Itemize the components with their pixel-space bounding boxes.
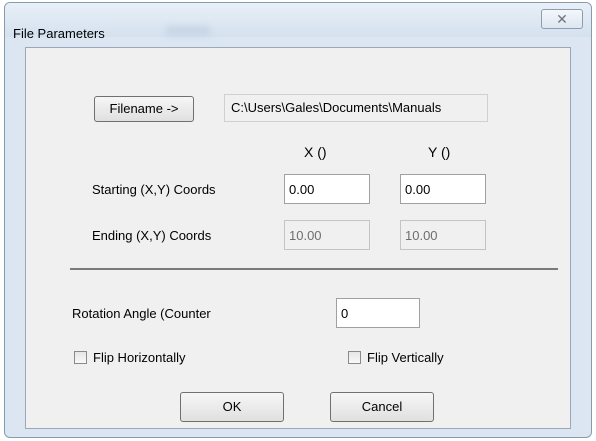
flip-horizontal-option[interactable]: Flip Horizontally: [74, 350, 185, 365]
close-button[interactable]: ✕: [541, 9, 583, 29]
close-icon: ✕: [556, 11, 568, 27]
flip-horizontal-label: Flip Horizontally: [93, 350, 186, 365]
ending-coords-label: Ending (X,Y) Coords: [92, 228, 212, 243]
title-bar-shadow: [165, 26, 211, 36]
ending-x-input: [284, 220, 370, 250]
flip-vertical-checkbox[interactable]: [348, 351, 361, 364]
rotation-angle-input[interactable]: [336, 298, 420, 328]
flip-vertical-label: Flip Vertically: [367, 350, 444, 365]
file-parameters-dialog: File Parameters ✕ Filename -> C:\Users\G…: [4, 2, 592, 438]
flip-horizontal-checkbox[interactable]: [74, 351, 87, 364]
x-column-header: X (): [304, 144, 327, 160]
ok-button[interactable]: OK: [180, 392, 284, 422]
file-path-display: C:\Users\Gales\Documents\Manuals: [224, 94, 488, 122]
starting-y-input[interactable]: [400, 174, 486, 204]
window-title: File Parameters: [13, 26, 105, 41]
filename-button[interactable]: Filename ->: [94, 96, 194, 122]
y-column-header: Y (): [428, 144, 451, 160]
dialog-body: Filename -> C:\Users\Gales\Documents\Man…: [25, 47, 571, 429]
flip-vertical-option[interactable]: Flip Vertically: [348, 350, 444, 365]
cancel-button[interactable]: Cancel: [330, 392, 434, 422]
title-bar[interactable]: File Parameters ✕: [5, 3, 591, 41]
starting-x-input[interactable]: [284, 174, 370, 204]
rotation-angle-label: Rotation Angle (Counter: [72, 306, 211, 321]
starting-coords-label: Starting (X,Y) Coords: [92, 182, 216, 197]
ending-y-input: [400, 220, 486, 250]
section-divider: [70, 268, 558, 270]
